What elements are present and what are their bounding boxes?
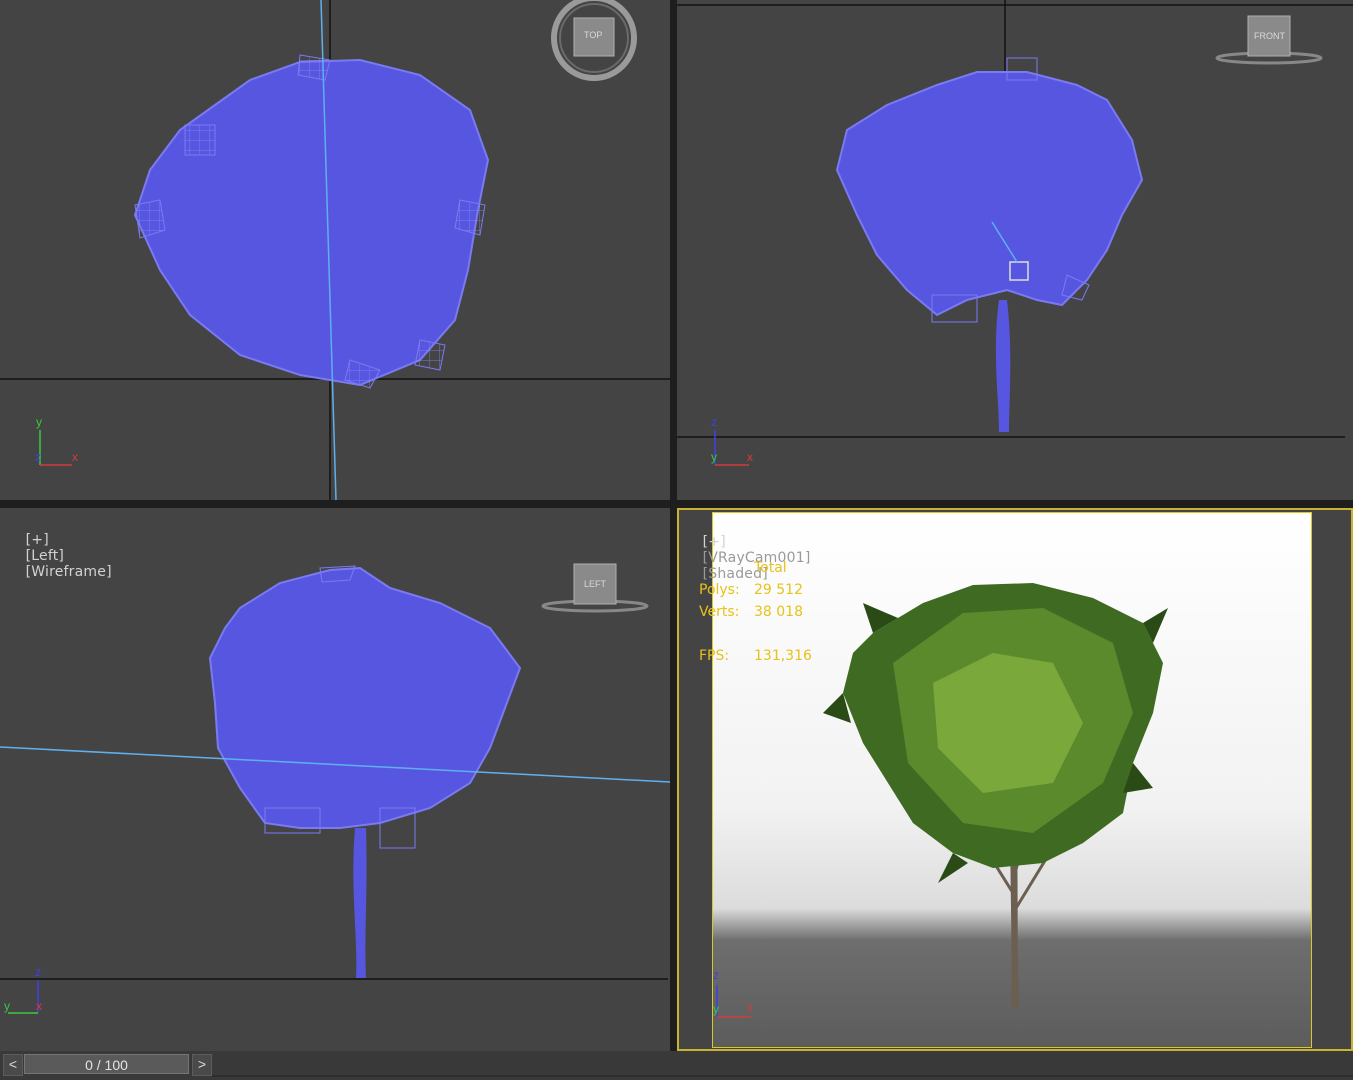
next-frame-button[interactable]: > <box>192 1054 212 1076</box>
axis-tripod-icon <box>714 430 749 466</box>
viewcube-left-icon[interactable]: LEFT <box>540 560 650 615</box>
front-wireframe-scene <box>677 0 1353 466</box>
viewcube-front-label: FRONT <box>1254 31 1285 41</box>
viewcube-top-label: TOP <box>584 30 603 40</box>
viewport-camera[interactable]: [+] [VRayCam001] [Shaded] Total Polys: 29… <box>677 508 1353 1051</box>
axis-z-label: z <box>35 965 41 979</box>
axis-z-label: z <box>35 450 41 464</box>
verts-label: Verts: <box>699 604 740 620</box>
axis-tripod-icon <box>8 980 39 1014</box>
viewport-top[interactable]: y z x TOP <box>0 0 670 500</box>
viewcube-front-icon[interactable]: FRONT <box>1214 12 1324 67</box>
viewport-menu-plus[interactable]: [+] <box>703 534 726 550</box>
fps-value: 131,316 <box>754 648 812 664</box>
axis-z-label: z <box>713 968 719 982</box>
axis-y-label: y <box>36 415 42 429</box>
axis-y-label: y <box>4 999 10 1013</box>
polys-label: Polys: <box>699 582 740 598</box>
verts-value: 38 018 <box>754 604 803 620</box>
time-slider-track[interactable] <box>212 1075 1353 1077</box>
axis-x-label: x <box>747 1000 753 1014</box>
viewcube-left-label: LEFT <box>584 579 607 589</box>
fps-label: FPS: <box>699 648 730 664</box>
prev-frame-button[interactable]: < <box>3 1054 23 1076</box>
axis-y-label: y <box>711 450 717 464</box>
stats-header: Total <box>754 560 787 576</box>
time-slider-thumb[interactable]: 0 / 100 <box>24 1054 189 1074</box>
viewport-left[interactable]: [+] [Left] [Wireframe] z y x LEFT <box>0 508 670 1051</box>
axis-y-label: y <box>713 1002 719 1016</box>
axis-tripod-icon <box>39 430 72 466</box>
viewport-front[interactable]: z y x FRONT <box>677 0 1353 500</box>
axis-x-label: x <box>747 450 753 464</box>
tree-top-wireframe[interactable] <box>133 54 490 389</box>
viewport-left-label: [+] [Left] [Wireframe] <box>7 516 112 596</box>
viewcube-top-icon[interactable]: TOP <box>548 0 640 82</box>
axis-z-label: z <box>711 415 717 429</box>
axis-x-label: x <box>72 450 78 464</box>
tree-front-wireframe[interactable] <box>835 57 1144 432</box>
polys-value: 29 512 <box>754 582 803 598</box>
viewport-shading-menu[interactable]: [Wireframe] <box>26 564 112 580</box>
viewport-view-menu[interactable]: [Left] <box>26 548 64 564</box>
time-slider-bar: < 0 / 100 > <box>0 1051 1353 1080</box>
viewport-menu-plus[interactable]: [+] <box>26 532 49 548</box>
axis-x-label: x <box>36 999 42 1013</box>
